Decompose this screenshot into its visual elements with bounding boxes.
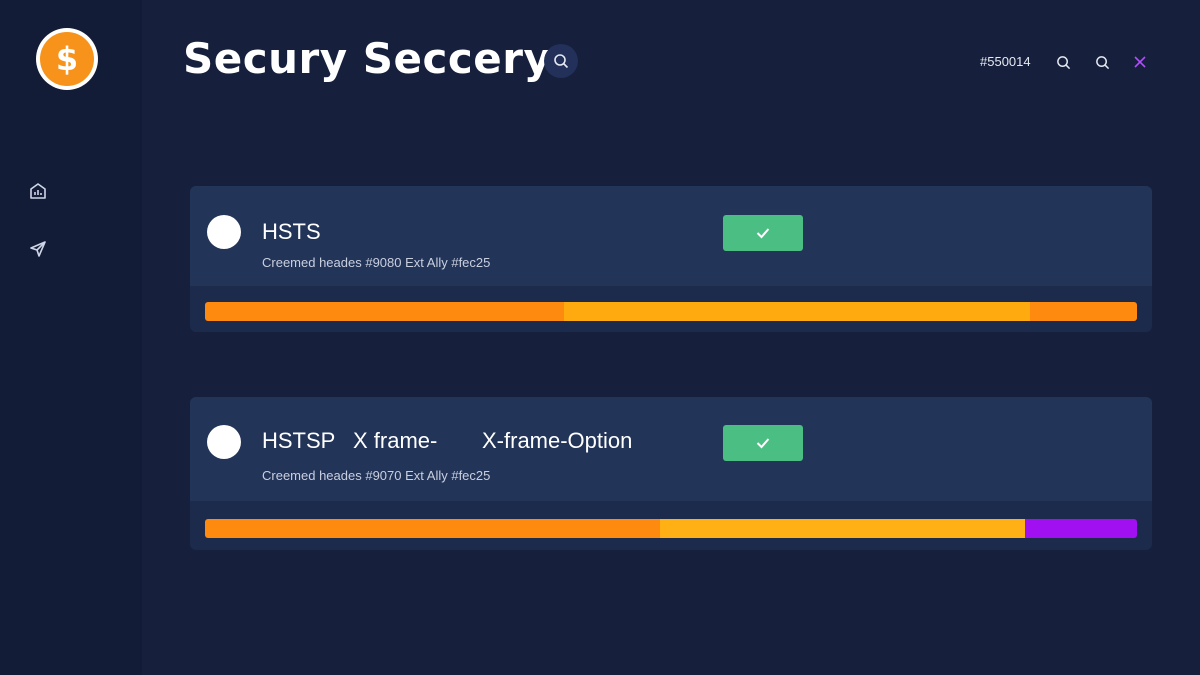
card-title-part: X frame- <box>353 428 438 453</box>
dollar-coin-icon: $ <box>40 32 94 86</box>
progress-bar <box>205 302 1137 321</box>
status-check-button[interactable] <box>723 215 803 251</box>
progress-segment <box>205 302 564 321</box>
card-title: HSTSP <box>262 428 336 453</box>
progress-segment <box>205 519 660 538</box>
card-title-option: X-frame-Option <box>482 428 633 453</box>
card-title: HSTS <box>262 219 321 244</box>
progress-segment <box>1025 519 1137 538</box>
check-icon <box>756 438 770 449</box>
search-button-top-2[interactable] <box>1092 52 1112 72</box>
logo[interactable]: $ <box>36 28 98 90</box>
check-icon <box>756 228 770 239</box>
progress-segment <box>659 519 1026 538</box>
radio-toggle[interactable] <box>207 425 241 459</box>
header-card-hstsp: HSTSP X frame- X-frame-Option Creemed he… <box>190 397 1152 550</box>
search-button-top-1[interactable] <box>1053 52 1073 72</box>
close-button[interactable] <box>1130 52 1150 72</box>
page-title: Secury Seccery <box>183 34 552 83</box>
card-subtitle: Creemed heades #9080 Ext Ally #fec25 <box>262 255 491 270</box>
session-code: #550014 <box>980 54 1031 69</box>
card-subtitle: Creemed heades #9070 Ext Ally #fec25 <box>262 468 491 483</box>
progress-bar <box>205 519 1137 538</box>
dashboard-icon[interactable] <box>28 181 48 201</box>
card-header <box>190 186 1152 286</box>
close-icon <box>1134 56 1146 68</box>
radio-toggle[interactable] <box>207 215 241 249</box>
search-icon <box>1095 55 1109 69</box>
status-check-button[interactable] <box>723 425 803 461</box>
search-icon <box>1056 55 1070 69</box>
progress-segment <box>563 302 1030 321</box>
search-icon <box>554 54 569 69</box>
search-button[interactable] <box>544 44 578 78</box>
sidebar: $ <box>0 0 142 675</box>
progress-segment <box>1029 302 1137 321</box>
header-card-hsts: HSTS Creemed heades #9080 Ext Ally #fec2… <box>190 186 1152 332</box>
send-icon[interactable] <box>28 239 48 259</box>
